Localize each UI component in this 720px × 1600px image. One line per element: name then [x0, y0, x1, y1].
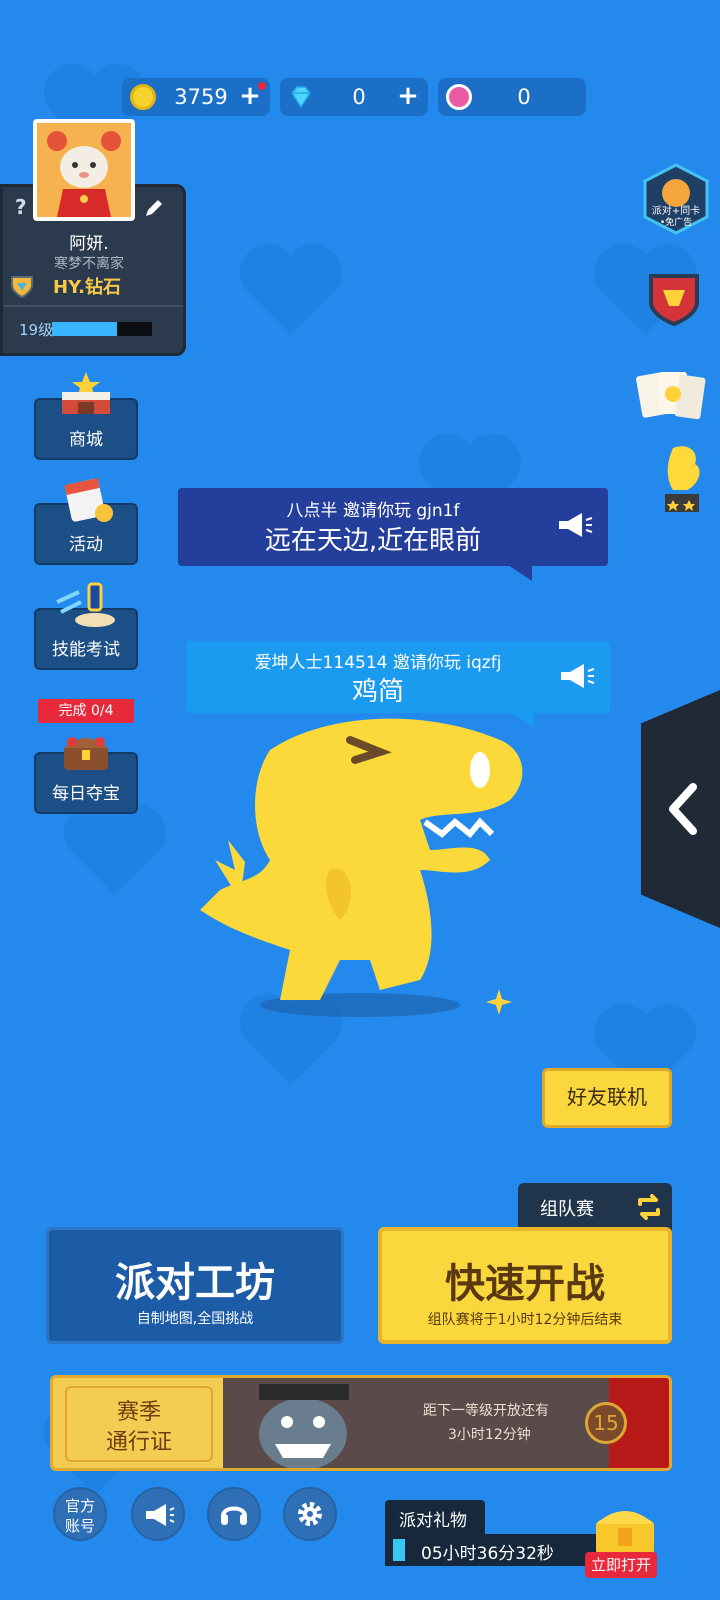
switch-mode-icon — [638, 1194, 660, 1220]
season-pass-title-1: 赛季 — [116, 1400, 161, 1425]
invite-1-from: 八点半 邀请你玩 gjn1f — [286, 501, 460, 521]
no-ad-label: •免广告 — [659, 218, 693, 228]
invite-1-message: 远在天边,近在眼前 — [264, 526, 482, 556]
party-workshop-button[interactable]: 派对工坊 自制地图,全国挑战 — [46, 1227, 344, 1344]
friend-online-label: 好友联机 — [567, 1085, 647, 1109]
party-workshop-subtitle: 自制地图,全国挑战 — [136, 1311, 254, 1327]
party-gift-timer-bar: 05小时36分32秒 — [385, 1534, 597, 1566]
battle-shield-button[interactable] — [647, 272, 701, 328]
official-account-button[interactable]: 官方 账号 — [53, 1487, 107, 1541]
diamond-icon — [291, 86, 311, 109]
avatar[interactable] — [33, 119, 135, 221]
party-card-promo-button[interactable]: 派对+同卡 •免广告 — [641, 163, 711, 235]
open-now-button[interactable]: 立即打开 — [585, 1552, 657, 1578]
events-button[interactable]: 活动 — [34, 478, 138, 565]
skill-test-label: 技能考试 — [52, 640, 120, 660]
side-drawer-handle[interactable] — [641, 690, 720, 928]
party-gift-panel[interactable]: 派对礼物 — [385, 1500, 485, 1534]
settings-button[interactable] — [283, 1487, 337, 1541]
edit-icon[interactable] — [143, 197, 165, 219]
daily-progress-badge: 完成 0/4 — [38, 699, 134, 723]
daily-treasure-label: 每日夺宝 — [52, 784, 120, 804]
shop-icon — [62, 372, 110, 414]
quick-battle-button[interactable]: 快速开战 组队赛将于1小时12分钟后结束 — [378, 1227, 672, 1344]
avatar-image — [37, 123, 131, 217]
diamond-counter[interactable]: 0 + — [280, 78, 428, 116]
friend-online-button[interactable]: 好友联机 — [542, 1068, 672, 1128]
next-level-text-2: 3小时12分钟 — [448, 1427, 531, 1443]
season-level-value: 15 — [593, 1411, 619, 1435]
open-now-label: 立即打开 — [590, 1556, 651, 1574]
events-label: 活动 — [69, 535, 103, 555]
dino-trophy-button[interactable] — [653, 440, 713, 518]
calendar-icon — [64, 478, 113, 522]
player-motto: 寒梦不离家 — [54, 256, 124, 272]
official-account-label-2: 账号 — [64, 1517, 95, 1535]
notification-dot-icon — [258, 82, 266, 90]
shop-button[interactable]: 商城 — [34, 372, 138, 460]
daily-treasure-button[interactable]: 每日夺宝 — [34, 737, 138, 814]
coin-counter[interactable]: 3759 + — [122, 78, 270, 116]
shark-mascot-icon — [259, 1384, 349, 1468]
invite-banner-2[interactable]: 爱坤人士114514 邀请你玩 iqzfj 鸡简 — [186, 641, 610, 713]
level-progress-bar — [52, 322, 152, 336]
level-label: 19级 — [19, 321, 54, 339]
card-game-button[interactable] — [635, 366, 707, 426]
invite-banner-1[interactable]: 八点半 邀请你玩 gjn1f 远在天边,近在眼前 — [178, 488, 608, 566]
invite-banner-1-tail — [508, 565, 532, 581]
daily-progress-text: 完成 0/4 — [58, 703, 114, 719]
invite-2-from: 爱坤人士114514 邀请你玩 iqzfj — [254, 653, 502, 673]
season-pass-banner[interactable]: 赛季 通行证 距下一等级开放还有 3小时12分钟 15 — [50, 1375, 672, 1471]
lotus-icon — [446, 84, 472, 110]
lotus-counter[interactable]: 0 — [438, 78, 586, 116]
team-mode-label: 组队赛 — [540, 1199, 594, 1220]
quick-battle-subtitle: 组队赛将于1小时12分钟后结束 — [427, 1312, 623, 1328]
official-account-label-1: 官方 — [64, 1497, 95, 1515]
invite-2-message: 鸡简 — [351, 677, 404, 707]
help-icon[interactable]: ? — [15, 195, 27, 219]
dino-character[interactable] — [180, 710, 540, 1020]
lotus-value: 0 — [517, 85, 531, 109]
season-pass-title-2: 通行证 — [105, 1430, 172, 1455]
season-level-badge: 15 — [585, 1402, 627, 1444]
timer-indicator — [393, 1539, 405, 1561]
team-mode-switch[interactable]: 组队赛 — [518, 1183, 672, 1231]
treasure-chest-icon — [64, 737, 108, 770]
rank-shield-icon — [11, 276, 33, 299]
announcement-button[interactable] — [131, 1487, 185, 1541]
megaphone-icon — [559, 513, 593, 537]
add-diamonds-icon[interactable]: + — [396, 83, 420, 109]
customer-service-button[interactable] — [207, 1487, 261, 1541]
profile-divider — [3, 305, 183, 307]
gear-icon — [298, 1502, 322, 1526]
next-level-text-1: 距下一等级开放还有 — [423, 1403, 549, 1419]
shop-label: 商城 — [69, 430, 103, 450]
megaphone-icon — [146, 1504, 175, 1526]
skill-test-icon — [56, 582, 115, 627]
headset-icon — [221, 1506, 247, 1525]
chevron-left-icon — [669, 783, 697, 835]
party-workshop-title: 派对工坊 — [115, 1260, 275, 1306]
player-name: 阿妍. — [69, 234, 109, 254]
party-gift-timer: 05小时36分32秒 — [421, 1544, 554, 1564]
skill-test-button[interactable]: 技能考试 — [34, 582, 138, 670]
party-gift-label: 派对礼物 — [399, 1511, 467, 1531]
coin-icon — [130, 84, 156, 110]
level-progress-fill — [52, 322, 117, 336]
quick-battle-title: 快速开战 — [445, 1261, 605, 1307]
coin-value: 3759 — [174, 85, 228, 109]
sparkle-icon — [486, 989, 512, 1015]
diamond-value: 0 — [352, 85, 366, 109]
megaphone-icon — [561, 664, 595, 688]
rank-label: HY.钻石 — [53, 277, 121, 298]
